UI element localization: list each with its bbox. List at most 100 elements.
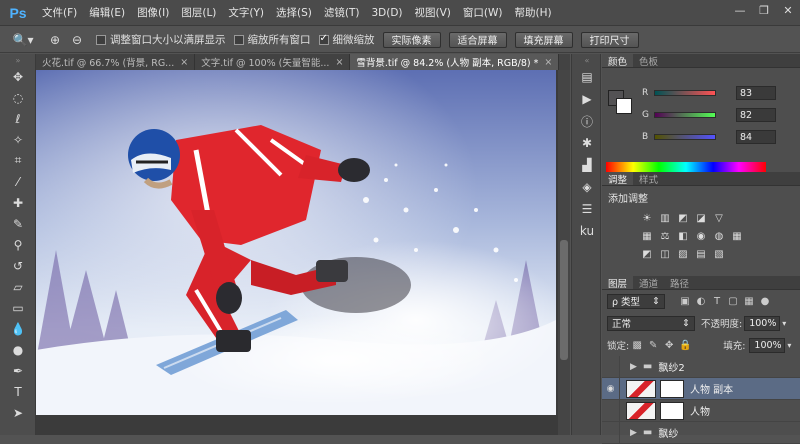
threshold-icon[interactable]: ▨: [674, 246, 692, 262]
layer-mask-thumbnail[interactable]: [660, 379, 684, 398]
lock-image-icon[interactable]: ✎: [645, 338, 661, 353]
move-tool-icon[interactable]: ✥: [0, 66, 36, 87]
chevron-down-icon[interactable]: ▾: [782, 319, 786, 328]
visibility-toggle[interactable]: [602, 421, 620, 444]
eraser-tool-icon[interactable]: ▱: [0, 276, 36, 297]
eye-icon[interactable]: ◉: [602, 377, 620, 400]
kuler-icon[interactable]: ku: [572, 220, 602, 242]
zoom-tool-icon[interactable]: 🔍▾: [8, 31, 38, 49]
color-lookup-icon[interactable]: ▦: [728, 228, 746, 244]
layer-row-selected[interactable]: ◉ 人物 副本: [602, 377, 800, 400]
zoom-in-icon[interactable]: ⊕: [44, 31, 66, 49]
collapse-icon[interactable]: «: [572, 54, 602, 66]
collapse-icon[interactable]: »: [0, 54, 36, 66]
menu-type[interactable]: 文字(Y): [222, 5, 270, 20]
selective-color-icon[interactable]: ▤: [692, 246, 710, 262]
lock-transparent-icon[interactable]: ▩: [629, 338, 645, 353]
levels-icon[interactable]: ▥: [656, 210, 674, 226]
filter-adjust-icon[interactable]: ◐: [693, 294, 709, 309]
clone-stamp-tool-icon[interactable]: ⚲: [0, 234, 36, 255]
menu-file[interactable]: 文件(F): [36, 5, 83, 20]
opacity-input[interactable]: 100%: [744, 315, 781, 331]
menu-layer[interactable]: 图层(L): [175, 5, 222, 20]
lock-position-icon[interactable]: ✥: [661, 338, 677, 353]
invert-icon[interactable]: ◩: [638, 246, 656, 262]
hue-saturation-icon[interactable]: ▦: [638, 228, 656, 244]
layer-mask-thumbnail[interactable]: [660, 401, 684, 420]
channel-mixer-icon[interactable]: ◍: [710, 228, 728, 244]
vertical-scrollbar[interactable]: [558, 70, 570, 435]
brush-presets-icon[interactable]: ✱: [572, 132, 602, 154]
tab-adjustments[interactable]: 调整: [602, 172, 634, 186]
background-color-swatch[interactable]: [616, 98, 632, 114]
fit-screen-button[interactable]: 适合屏幕: [448, 31, 507, 48]
gradient-tool-icon[interactable]: ▭: [0, 297, 36, 318]
red-slider[interactable]: [654, 90, 716, 96]
black-white-icon[interactable]: ◧: [674, 228, 692, 244]
photo-filter-icon[interactable]: ◉: [692, 228, 710, 244]
minimize-button[interactable]: —: [728, 0, 752, 20]
scrubby-zoom-checkbox[interactable]: 细微缩放: [318, 32, 375, 47]
lasso-tool-icon[interactable]: ℓ: [0, 108, 36, 129]
blur-tool-icon[interactable]: 💧: [0, 318, 36, 339]
pen-tool-icon[interactable]: ✒: [0, 360, 36, 381]
restore-button[interactable]: ❐: [752, 0, 776, 20]
menu-view[interactable]: 视图(V): [409, 5, 457, 20]
close-icon[interactable]: ×: [544, 57, 552, 68]
menu-3d[interactable]: 3D(D): [365, 7, 408, 19]
zoom-all-checkbox[interactable]: 缩放所有窗口: [233, 32, 311, 47]
layer-filter-dropdown[interactable]: ρ 类型 ⇕: [607, 293, 665, 309]
menu-window[interactable]: 窗口(W): [457, 5, 509, 20]
green-slider[interactable]: [654, 112, 716, 118]
filter-smart-icon[interactable]: ▦: [741, 294, 757, 309]
actual-pixels-button[interactable]: 实际像素: [382, 31, 441, 48]
close-icon[interactable]: ×: [335, 57, 343, 68]
tab-text[interactable]: 文字.tif @ 100% (矢量智能... ×: [195, 54, 351, 70]
lock-all-icon[interactable]: 🔒: [677, 338, 693, 353]
marquee-tool-icon[interactable]: ◌: [0, 87, 36, 108]
dodge-tool-icon[interactable]: ●: [0, 339, 36, 360]
red-value-input[interactable]: 83: [736, 86, 776, 100]
filter-shape-icon[interactable]: ▢: [725, 294, 741, 309]
healing-brush-tool-icon[interactable]: ✚: [0, 192, 36, 213]
crop-tool-icon[interactable]: ⌗: [0, 150, 36, 171]
tab-styles[interactable]: 样式: [633, 172, 664, 186]
menu-image[interactable]: 图像(I): [131, 5, 175, 20]
color-balance-icon[interactable]: ⚖: [656, 228, 674, 244]
tab-snow-background[interactable]: 雪背景.tif @ 84.2% (人物 副本, RGB/8) * ×: [350, 54, 560, 70]
3d-icon[interactable]: ◈: [572, 176, 602, 198]
menu-filter[interactable]: 滤镜(T): [318, 5, 366, 20]
curves-icon[interactable]: ◩: [674, 210, 692, 226]
green-value-input[interactable]: 82: [736, 108, 776, 122]
filter-pixel-icon[interactable]: ▣: [677, 294, 693, 309]
resize-windows-checkbox[interactable]: 调整窗口大小以满屏显示: [96, 32, 226, 47]
image-canvas[interactable]: [36, 70, 556, 415]
histogram-icon[interactable]: ▟: [572, 154, 602, 176]
blend-mode-dropdown[interactable]: 正常 ⇕: [607, 315, 695, 331]
play-actions-icon[interactable]: ▶: [572, 88, 602, 110]
tab-color[interactable]: 颜色: [602, 54, 634, 68]
menu-edit[interactable]: 编辑(E): [83, 5, 131, 20]
magic-wand-tool-icon[interactable]: ✧: [0, 129, 36, 150]
posterize-icon[interactable]: ◫: [656, 246, 674, 262]
path-selection-tool-icon[interactable]: ➤: [0, 402, 36, 423]
exposure-icon[interactable]: ◪: [692, 210, 710, 226]
close-icon[interactable]: ×: [180, 57, 188, 68]
eyedropper-tool-icon[interactable]: ⁄: [0, 171, 36, 192]
layer-row[interactable]: 人物: [602, 399, 800, 422]
tab-paths[interactable]: 路径: [664, 276, 695, 290]
type-tool-icon[interactable]: T: [0, 381, 36, 402]
tab-layers[interactable]: 图层: [602, 276, 634, 290]
chevron-down-icon[interactable]: ▾: [787, 341, 791, 350]
expand-arrow-icon[interactable]: ▶: [630, 362, 637, 372]
fill-screen-button[interactable]: 填充屏幕: [514, 31, 573, 48]
zoom-out-icon[interactable]: ⊖: [66, 31, 88, 49]
layer-group-row[interactable]: ▶ ▬ 飘纱: [602, 421, 800, 444]
print-size-button[interactable]: 打印尺寸: [580, 31, 639, 48]
layer-group-row[interactable]: ▶ ▬ 飘纱2: [602, 355, 800, 378]
close-button[interactable]: ✕: [776, 0, 800, 20]
tab-channels[interactable]: 通道: [633, 276, 664, 290]
gradient-map-icon[interactable]: ▧: [710, 246, 728, 262]
history-brush-tool-icon[interactable]: ↺: [0, 255, 36, 276]
brightness-icon[interactable]: ☀: [638, 210, 656, 226]
